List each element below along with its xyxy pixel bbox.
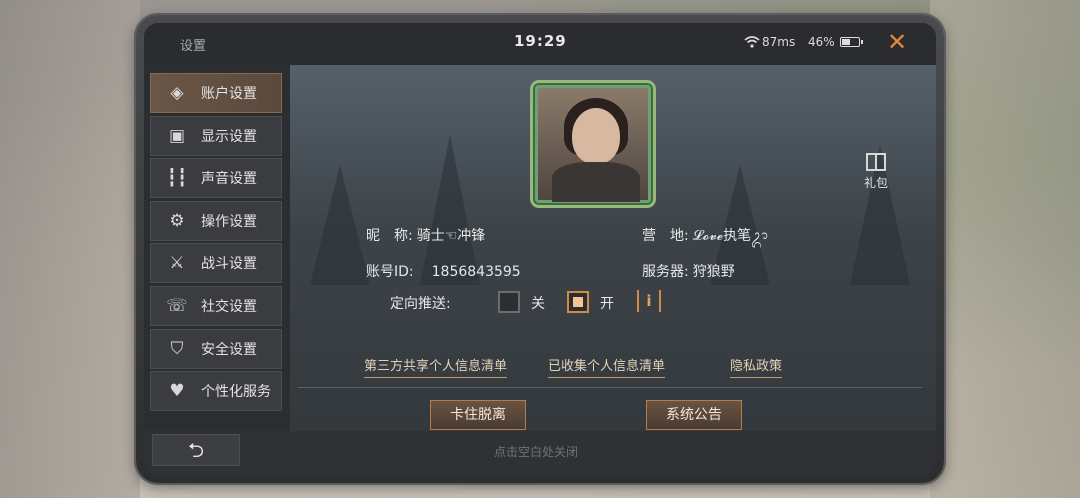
battery-icon [840,37,863,47]
sidebar-item-label: 操作设置 [201,213,257,230]
background-right [930,0,1080,498]
sidebar-item-controls[interactable]: ⚙ 操作设置 [150,200,282,241]
gift-icon [866,153,886,171]
camp-label: 营 地: [642,228,689,244]
push-off-checkbox[interactable] [498,291,520,313]
camp-row: 营 地: 𝓛𝓸𝓿𝓮执笔ᬊ [642,225,768,251]
combat-icon: ⚔ [169,253,185,274]
close-icon[interactable]: ✕ [884,29,910,55]
back-arrow-icon[interactable]: ⮌ [152,434,240,466]
account-panel: 礼包 昵 称: 骑士☜冲锋 营 地: 𝓛𝓸𝓿𝓮执笔ᬊ 账号ID: 1856843595… [290,65,936,431]
sidebar-item-account[interactable]: ◈ 账户设置 [150,73,282,113]
wifi-icon [744,36,760,48]
divider [298,387,922,388]
sound-icon: ┇┇ [166,168,188,189]
privacy-policy-link[interactable]: 隐私政策 [730,355,783,378]
avatar[interactable] [535,85,651,203]
account-icon: ◈ [170,83,184,103]
sidebar-item-label: 个性化服务 [201,384,271,401]
background-left [0,0,140,498]
background-tree [310,164,370,285]
server-label: 服务器: [642,264,689,280]
sidebar-item-combat[interactable]: ⚔ 战斗设置 [150,243,282,284]
server-row: 服务器: 狩狼野 [642,261,735,281]
push-off-label: 关 [531,296,545,312]
close-hint: 点击空白处关闭 [494,445,579,459]
clock: 19:29 [514,32,567,50]
account-id-value: 1856843595 [431,264,521,280]
status-bar: 设置 19:29 87ms 46% ✕ [144,23,936,65]
social-icon: ☏ [166,295,188,316]
sidebar-item-label: 账户设置 [201,86,257,102]
gift-button[interactable]: 礼包 [856,153,896,191]
battery-percent: 46% [808,35,835,49]
third-party-info-link[interactable]: 第三方共享个人信息清单 [364,355,508,378]
push-on-checkbox[interactable] [567,291,589,313]
collected-info-link[interactable]: 已收集个人信息清单 [548,355,666,378]
controls-icon: ⚙ [169,210,185,231]
sidebar-item-label: 声音设置 [201,171,257,188]
sidebar-item-label: 安全设置 [201,341,257,358]
push-on-label: 开 [600,296,614,312]
screen-title: 设置 [180,39,207,54]
camp-value: 𝓛𝓸𝓿𝓮执笔ᬊ [692,228,768,244]
sidebar-item-personalize[interactable]: ♥ 个性化服务 [150,371,282,412]
security-icon: ⛉ [170,338,184,359]
settings-screen: 设置 19:29 87ms 46% ✕ ◈ 账户设置 ▣ 显示设置 ┇┇ 声音设… [144,23,936,475]
account-id-label: 账号ID: [366,264,414,280]
unstuck-button[interactable]: 卡住脱离 [430,400,526,430]
ping-value: 87ms [762,35,796,49]
device-frame: 设置 19:29 87ms 46% ✕ ◈ 账户设置 ▣ 显示设置 ┇┇ 声音设… [136,15,944,483]
sidebar-item-security[interactable]: ⛉ 安全设置 [150,328,282,369]
bottom-bar: ⮌ 点击空白处关闭 [144,431,936,475]
gift-label: 礼包 [863,176,888,190]
announcement-button[interactable]: 系统公告 [646,400,742,430]
settings-sidebar: ◈ 账户设置 ▣ 显示设置 ┇┇ 声音设置 ⚙ 操作设置 ⚔ 战斗设置 ☏ 社交… [150,73,282,414]
info-icon[interactable]: i [637,290,661,312]
sidebar-item-sound[interactable]: ┇┇ 声音设置 [150,158,282,199]
display-icon: ▣ [168,125,186,146]
sidebar-item-label: 社交设置 [201,298,257,315]
personalize-icon: ♥ [169,381,185,402]
battery-fill [842,39,851,45]
server-value: 狩狼野 [692,264,735,280]
push-label: 定向推送: [390,296,451,312]
sidebar-item-social[interactable]: ☏ 社交设置 [150,285,282,326]
sidebar-item-display[interactable]: ▣ 显示设置 [150,115,282,156]
avatar-body [552,162,640,202]
nickname-value: 骑士☜冲锋 [416,228,486,244]
nickname-row: 昵 称: 骑士☜冲锋 [366,225,485,245]
account-id-row: 账号ID: 1856843595 [366,261,521,281]
sidebar-item-label: 战斗设置 [201,256,257,273]
avatar-face [572,108,620,164]
nickname-label: 昵 称: [366,228,413,244]
sidebar-item-label: 显示设置 [201,128,257,145]
